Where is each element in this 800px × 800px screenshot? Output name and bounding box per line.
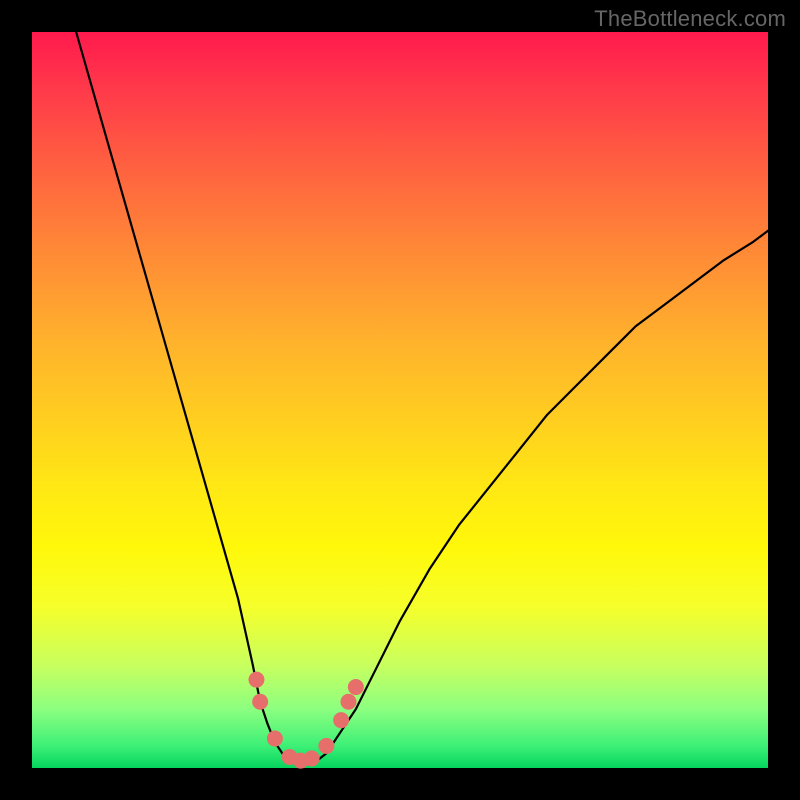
curve-marker — [252, 694, 268, 710]
plot-area — [32, 32, 768, 768]
curve-marker — [248, 672, 264, 688]
curve-marker — [304, 750, 320, 766]
curve-left-branch — [76, 32, 282, 753]
curve-right-branch — [326, 231, 768, 754]
curve-marker — [318, 738, 334, 754]
curve-marker — [333, 712, 349, 728]
chart-stage: TheBottleneck.com — [0, 0, 800, 800]
curve-marker — [340, 694, 356, 710]
curve-svg — [32, 32, 768, 768]
curve-marker — [267, 731, 283, 747]
curve-marker — [348, 679, 364, 695]
attribution-text: TheBottleneck.com — [594, 6, 786, 32]
